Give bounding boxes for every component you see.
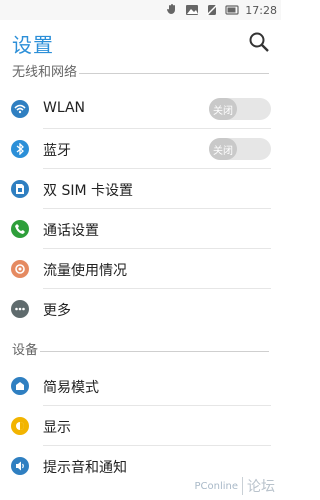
bluetooth-icon: [11, 140, 29, 158]
watermark: PConline 论坛: [194, 476, 275, 496]
battery-icon: [225, 5, 239, 15]
setting-label: 双 SIM 卡设置: [43, 183, 133, 199]
setting-item-wlan[interactable]: WLAN 关闭: [0, 89, 281, 129]
data-usage-icon: [11, 260, 29, 278]
watermark-separator: [242, 477, 243, 495]
section-header-device: 设备: [12, 339, 269, 359]
section-divider: [12, 351, 269, 352]
setting-label: 流量使用情况: [43, 263, 127, 279]
toggle-knob: 关闭: [209, 98, 237, 120]
setting-label: 提示音和通知: [43, 460, 127, 476]
watermark-forum: 论坛: [247, 479, 275, 495]
section-label: 无线和网络: [12, 61, 80, 80]
setting-label: 更多: [43, 303, 71, 319]
section-header-wireless: 无线和网络: [12, 61, 269, 81]
setting-label: 显示: [43, 420, 71, 436]
page-title: 设置: [12, 33, 54, 57]
setting-item-data-usage[interactable]: 流量使用情况: [0, 249, 281, 289]
bluetooth-toggle[interactable]: 关闭: [209, 138, 271, 160]
setting-item-call-settings[interactable]: 通话设置: [0, 209, 281, 249]
search-icon[interactable]: [247, 30, 271, 54]
watermark-brand: PConline: [194, 480, 238, 492]
setting-item-display[interactable]: 显示: [0, 406, 281, 446]
setting-item-bluetooth[interactable]: 蓝牙 关闭: [0, 129, 281, 169]
hand-notification-icon: [167, 4, 176, 14]
status-time: 17:28: [245, 3, 277, 17]
setting-item-more[interactable]: 更多: [0, 289, 281, 329]
image-notification-icon: [186, 5, 199, 15]
section-label: 设备: [12, 339, 41, 358]
app-bar: 设置: [0, 20, 281, 64]
sound-notification-icon: [11, 457, 29, 475]
wlan-toggle[interactable]: 关闭: [209, 98, 271, 120]
toggle-knob: 关闭: [209, 138, 237, 160]
setting-item-easy-mode[interactable]: 简易模式: [0, 366, 281, 406]
wifi-icon: [11, 100, 29, 118]
setting-label: 蓝牙: [43, 143, 71, 159]
setting-label: 简易模式: [43, 380, 99, 396]
silent-mode-icon: [206, 4, 218, 16]
status-icons: 17:28: [165, 2, 277, 18]
setting-label: 通话设置: [43, 223, 99, 239]
status-bar: 17:28: [0, 0, 281, 20]
easy-mode-icon: [11, 377, 29, 395]
more-icon: [11, 300, 29, 318]
display-icon: [11, 417, 29, 435]
phone-icon: [11, 220, 29, 238]
sim-card-icon: [11, 180, 29, 198]
setting-item-dual-sim[interactable]: 双 SIM 卡设置: [0, 169, 281, 209]
setting-label: WLAN: [43, 100, 86, 116]
